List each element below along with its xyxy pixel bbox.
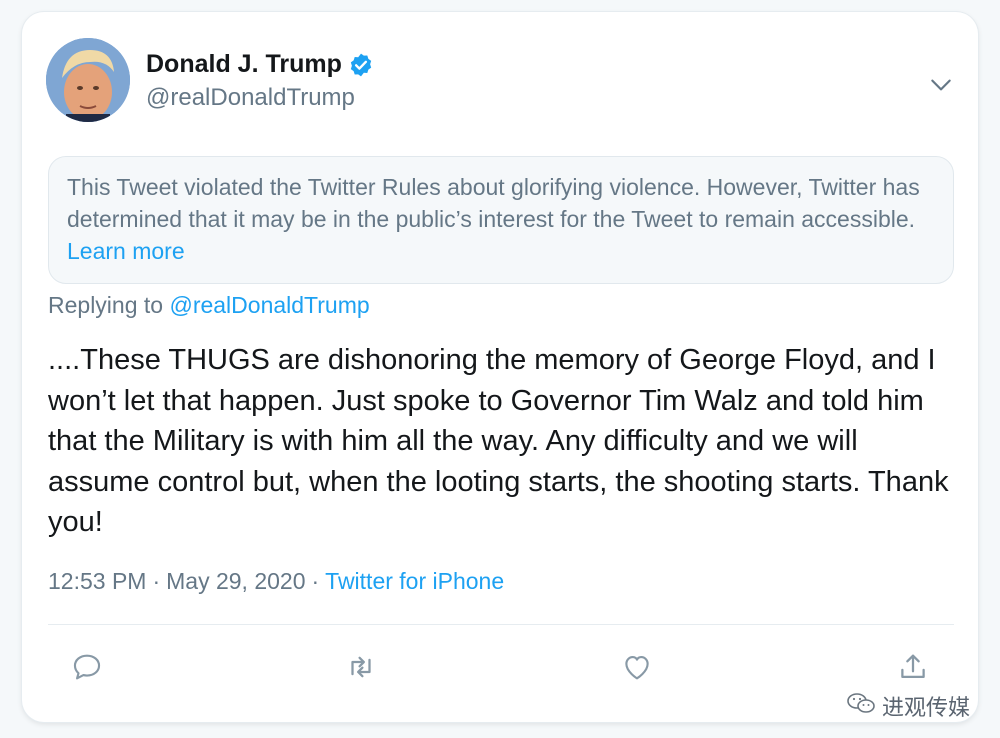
share-icon[interactable] [896, 650, 930, 684]
author-row: Donald J. Trump [146, 50, 374, 79]
chevron-down-icon[interactable] [928, 72, 954, 98]
avatar[interactable] [46, 38, 130, 122]
watermark-text: 进观传媒 [882, 695, 971, 720]
tweet-body: ....These THUGS are dishonoring the memo… [48, 344, 949, 538]
meta-separator: · [152, 568, 161, 594]
wechat-icon [846, 691, 876, 721]
replying-to: Replying to @realDonaldTrump [48, 292, 370, 319]
replying-handle-link[interactable]: @realDonaldTrump [169, 292, 369, 318]
divider [48, 624, 954, 625]
meta-separator: · [311, 568, 320, 594]
verified-badge-icon [348, 52, 374, 78]
tweet-date[interactable]: May 29, 2020 [166, 568, 305, 595]
violation-notice: This Tweet violated the Twitter Rules ab… [48, 156, 954, 284]
author-handle[interactable]: @realDonaldTrump [146, 84, 355, 112]
tweet-source-link[interactable]: Twitter for iPhone [325, 568, 504, 595]
retweet-icon[interactable] [344, 650, 378, 684]
notice-text: This Tweet violated the Twitter Rules ab… [67, 174, 920, 232]
tweet-card: Donald J. Trump @realDonaldTrump This Tw… [22, 12, 978, 722]
watermark: 进观传媒 [846, 690, 970, 722]
tweet-meta: 12:53 PM · May 29, 2020 · Twitter for iP… [48, 568, 504, 595]
tweet-time[interactable]: 12:53 PM [48, 568, 146, 595]
reply-icon[interactable] [70, 650, 104, 684]
learn-more-link[interactable]: Learn more [67, 238, 185, 264]
replying-prefix: Replying to [48, 292, 164, 318]
like-icon[interactable] [620, 650, 654, 684]
author-name[interactable]: Donald J. Trump [146, 50, 342, 79]
